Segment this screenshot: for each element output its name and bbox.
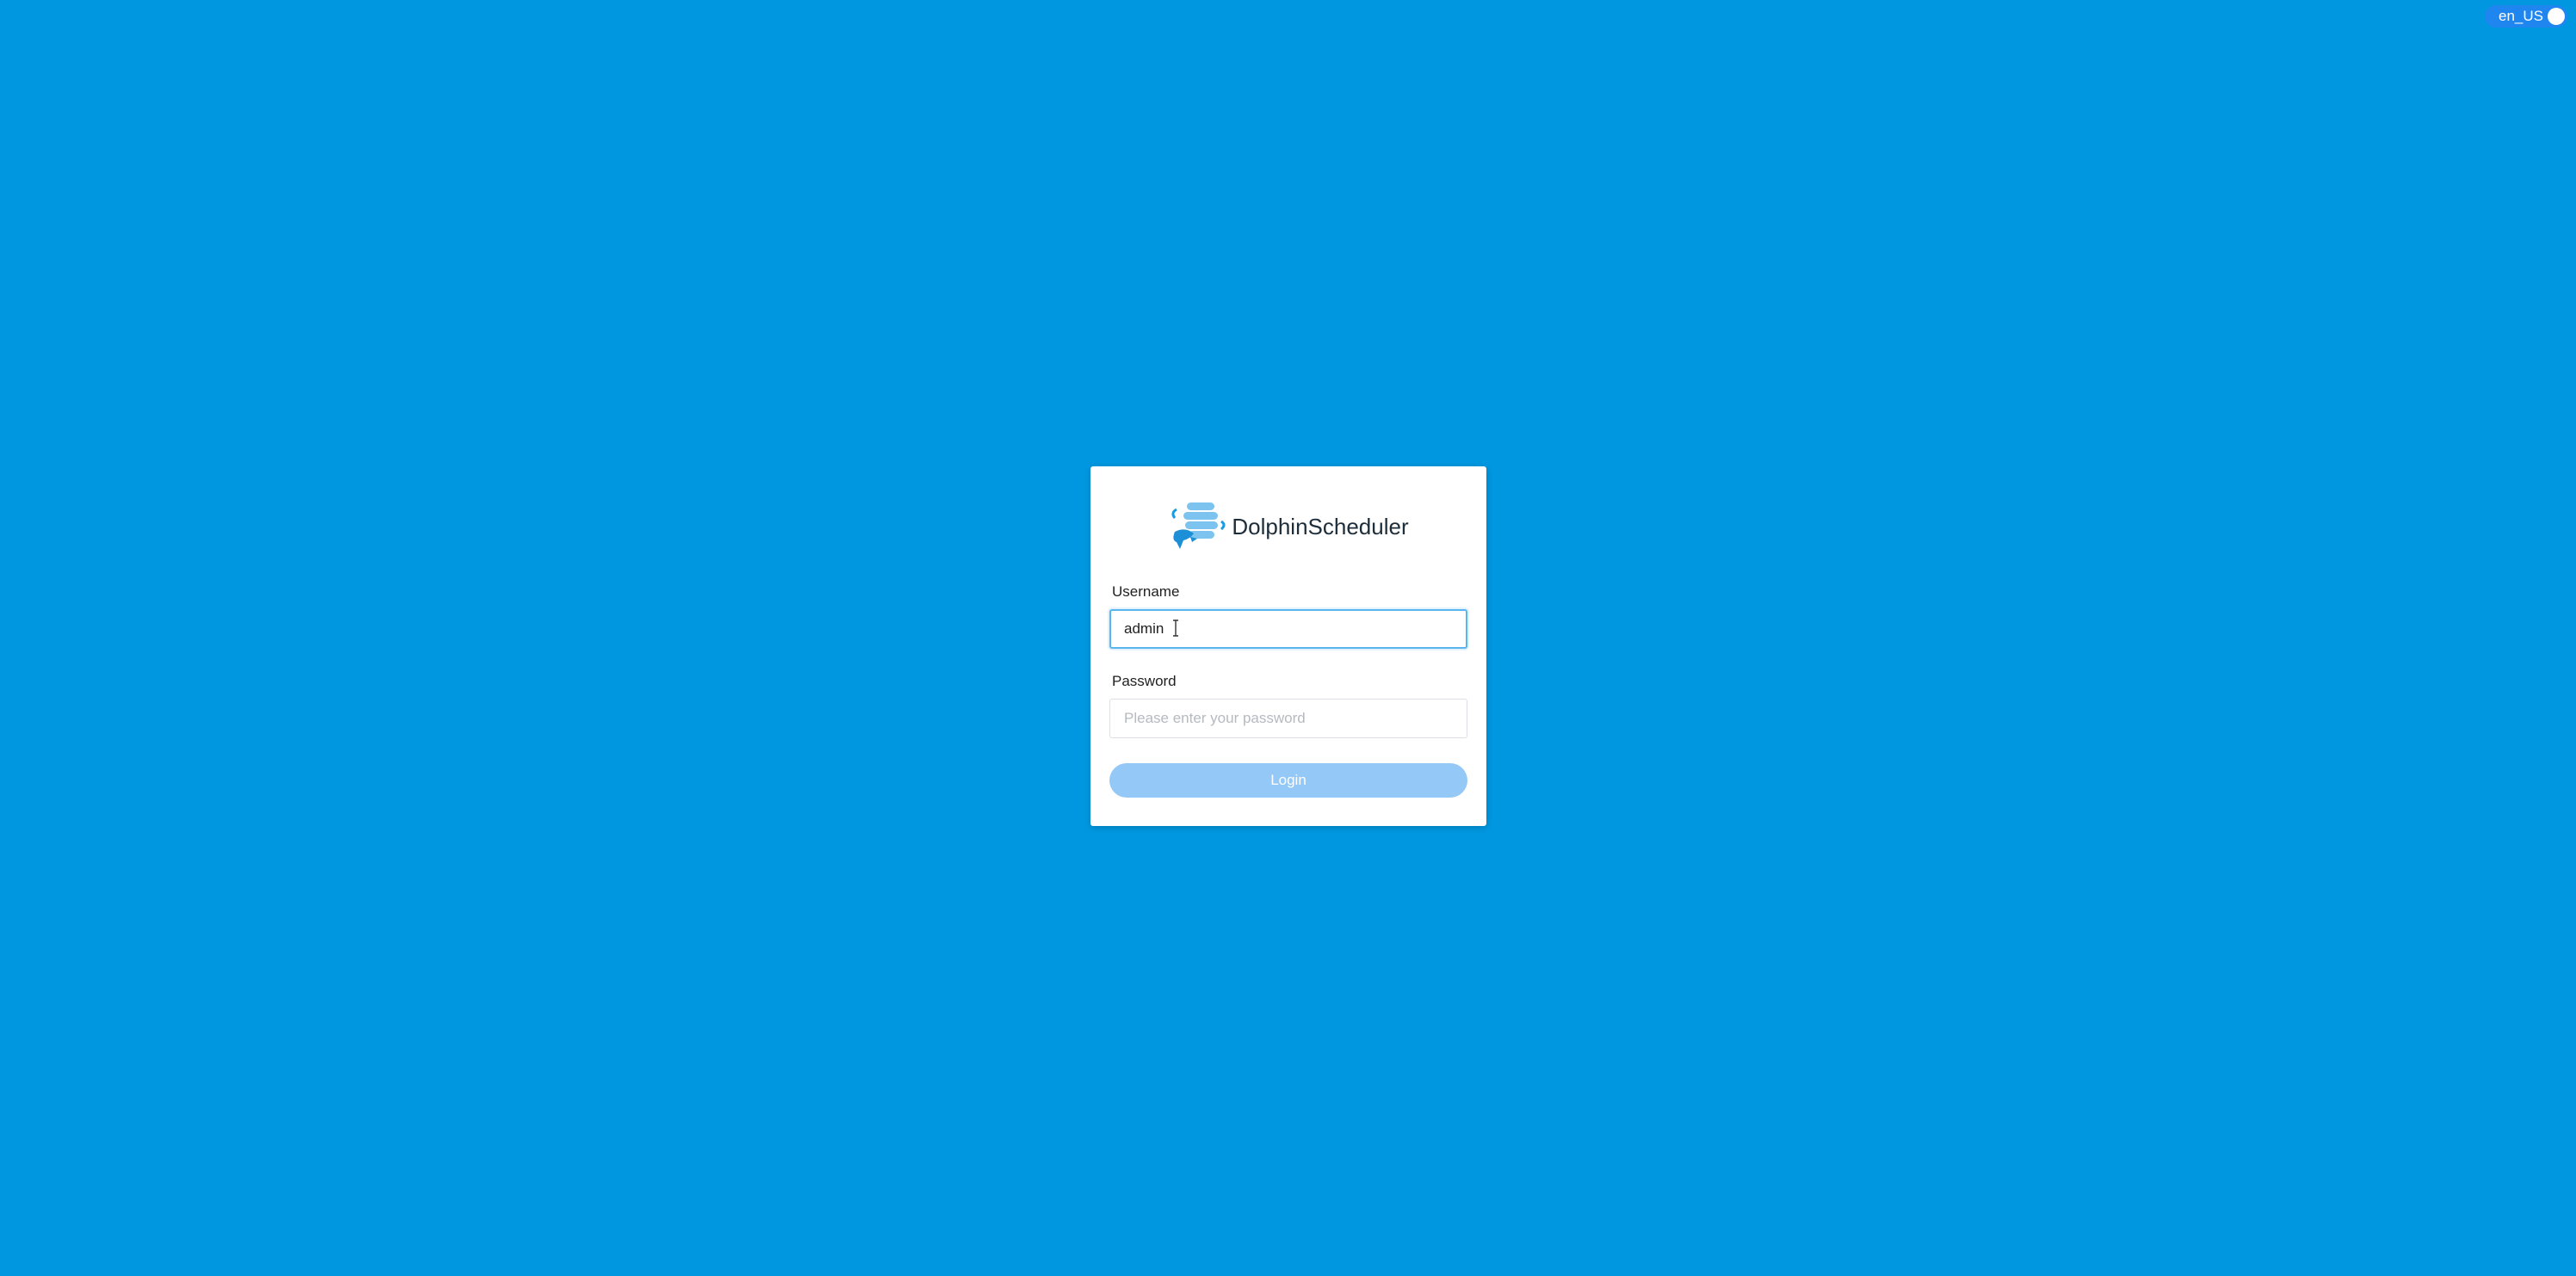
username-input[interactable] [1109,609,1467,649]
logo: DolphinScheduler [1090,501,1486,552]
text-cursor-icon [1173,620,1178,637]
login-button[interactable]: Login [1109,763,1467,798]
password-label: Password [1112,673,1177,689]
dolphin-logo-icon [1171,502,1226,549]
logo-text: DolphinScheduler [1232,513,1409,539]
username-label: Username [1112,583,1180,600]
login-card: DolphinScheduler Username Password Login [1090,466,1486,826]
login-page: en_US DolphinScheduler Username admin Pa… [0,0,2576,1276]
language-switch-label: en_US [2499,8,2543,24]
language-switch-knob[interactable] [2548,8,2565,25]
language-switch[interactable]: en_US [2485,5,2567,28]
password-input[interactable] [1109,699,1467,738]
